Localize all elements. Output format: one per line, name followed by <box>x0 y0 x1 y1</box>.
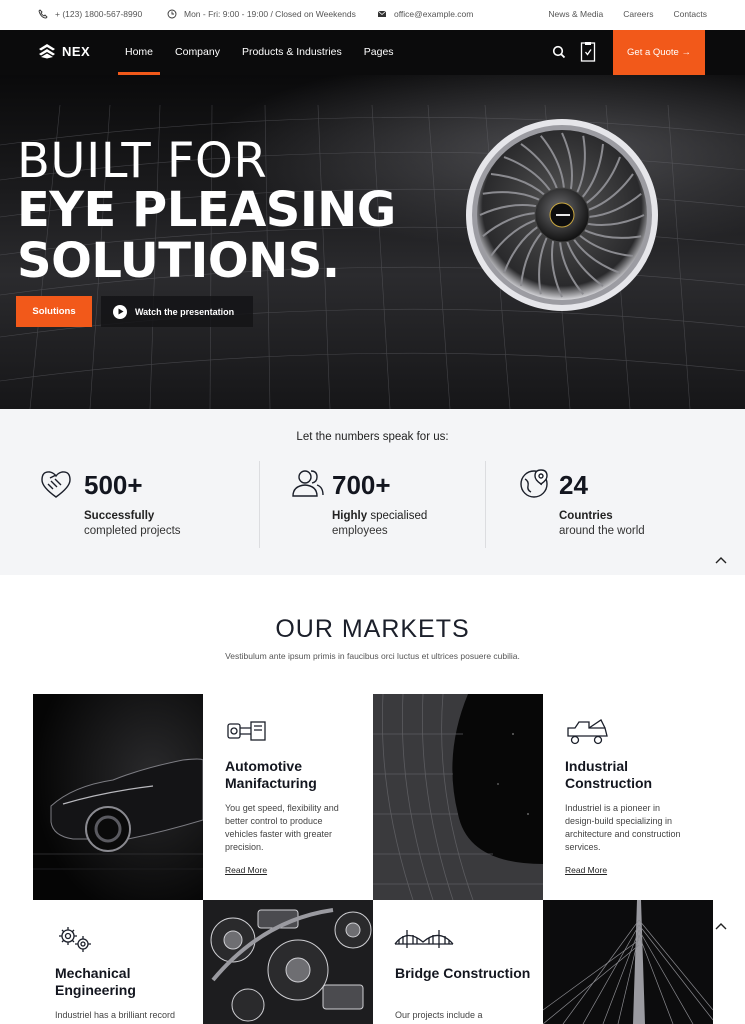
top-link-contacts[interactable]: Contacts <box>673 9 707 19</box>
market-card-mechanical: Mechanical Engineering Industriel has a … <box>33 900 203 1024</box>
hours-info: Mon - Fri: 9:00 - 19:00 / Closed on Week… <box>167 9 356 19</box>
document-icon[interactable] <box>580 41 596 63</box>
users-icon <box>292 470 324 497</box>
bridge-icon <box>394 930 454 948</box>
automotive-image <box>33 694 203 900</box>
solutions-button[interactable]: Solutions <box>16 296 92 327</box>
phone-info[interactable]: + (123) 1800-567-8990 <box>38 9 142 19</box>
card-text: Industriel is a pioneer in design-build … <box>565 803 681 852</box>
play-icon <box>113 304 127 319</box>
phone-text: + (123) 1800-567-8990 <box>55 9 143 19</box>
watch-presentation-label: Watch the presentation <box>135 306 235 317</box>
piston-icon <box>227 721 266 741</box>
nav-item-home[interactable]: Home <box>118 30 161 75</box>
stats-lead: Let the numbers speak for us: <box>296 431 449 443</box>
card-text: You get speed, flexibility and better co… <box>225 803 339 852</box>
read-more-link[interactable]: Read More <box>565 865 607 875</box>
top-links: News & Media Careers Contacts <box>548 9 707 19</box>
markets-subtitle: Vestibulum ante ipsum primis in faucibus… <box>225 651 520 661</box>
card-text: Our projects include a <box>395 1010 483 1020</box>
phone-icon <box>38 9 48 19</box>
bridge-image <box>543 900 713 1024</box>
stats-section: Let the numbers speak for us: 500+ Succe… <box>0 409 745 575</box>
scroll-up-chevron-icon[interactable] <box>715 556 727 564</box>
hero-title-line3: SOLUTIONS. <box>17 233 340 289</box>
main-nav: NEX Home Company Products & Industries P… <box>0 30 745 75</box>
get-quote-button[interactable]: Get a Quote → <box>613 30 705 75</box>
top-info-bar: + (123) 1800-567-8990 Mon - Fri: 9:00 - … <box>0 0 745 30</box>
turbine-engine-image <box>466 119 658 311</box>
watch-presentation-button[interactable]: Watch the presentation <box>101 296 253 327</box>
market-card-industrial: Industrial Construction Industriel is a … <box>543 694 713 900</box>
stat-label: Highly specialised <box>332 510 428 522</box>
industrial-image <box>373 694 543 900</box>
card-title: Bridge Construction <box>395 965 531 981</box>
stat-number: 24 <box>559 470 588 500</box>
hours-text: Mon - Fri: 9:00 - 19:00 / Closed on Week… <box>184 9 356 19</box>
stat-label: Successfully <box>84 510 155 522</box>
market-card-automotive: Automotive Manifacturing You get speed, … <box>203 694 373 900</box>
nav-item-pages[interactable]: Pages <box>357 30 401 75</box>
hero-section: BUILT FOR EYE PLEASING SOLUTIONS. Soluti… <box>0 75 745 409</box>
nav-item-products[interactable]: Products & Industries <box>235 30 349 75</box>
stat-label: Countries <box>559 510 613 522</box>
mail-icon <box>377 10 387 17</box>
hero-title-line2: EYE PLEASING <box>17 182 396 238</box>
mechanical-image <box>203 900 373 1024</box>
email-info[interactable]: office@example.com <box>377 9 473 19</box>
logo-text: NEX <box>62 43 91 59</box>
card-title: Industrial Construction <box>565 758 653 791</box>
logo-icon <box>39 44 55 59</box>
stat-number: 700+ <box>332 470 391 500</box>
top-link-careers[interactable]: Careers <box>623 9 653 19</box>
stat-sublabel: completed projects <box>84 525 181 537</box>
card-text: Industriel has a brilliant record <box>55 1010 176 1020</box>
top-link-news[interactable]: News & Media <box>548 9 603 19</box>
markets-title: OUR MARKETS <box>275 615 470 643</box>
market-card-bridge: Bridge Construction Our projects include… <box>373 900 543 1024</box>
handshake-icon <box>41 471 71 498</box>
logo[interactable]: NEX <box>38 43 90 59</box>
divider <box>259 461 260 548</box>
email-text: office@example.com <box>394 9 474 19</box>
divider <box>485 461 486 548</box>
card-title: Automotive Manifacturing <box>225 758 317 791</box>
read-more-link[interactable]: Read More <box>225 865 267 875</box>
scroll-up-chevron-icon[interactable] <box>715 922 727 930</box>
stat-sublabel: around the world <box>559 525 645 537</box>
search-icon[interactable] <box>552 45 566 59</box>
card-title: Mechanical Engineering <box>55 965 136 998</box>
gears-icon <box>59 927 91 952</box>
hero-title-line1: BUILT FOR <box>17 133 268 189</box>
stat-number: 500+ <box>84 470 143 500</box>
clock-icon <box>167 9 177 19</box>
globe-icon <box>520 469 548 498</box>
stat-sublabel: employees <box>332 525 388 537</box>
nav-menu: Home Company Products & Industries Pages <box>118 30 401 75</box>
truck-icon <box>567 719 608 745</box>
nav-item-company[interactable]: Company <box>168 30 227 75</box>
